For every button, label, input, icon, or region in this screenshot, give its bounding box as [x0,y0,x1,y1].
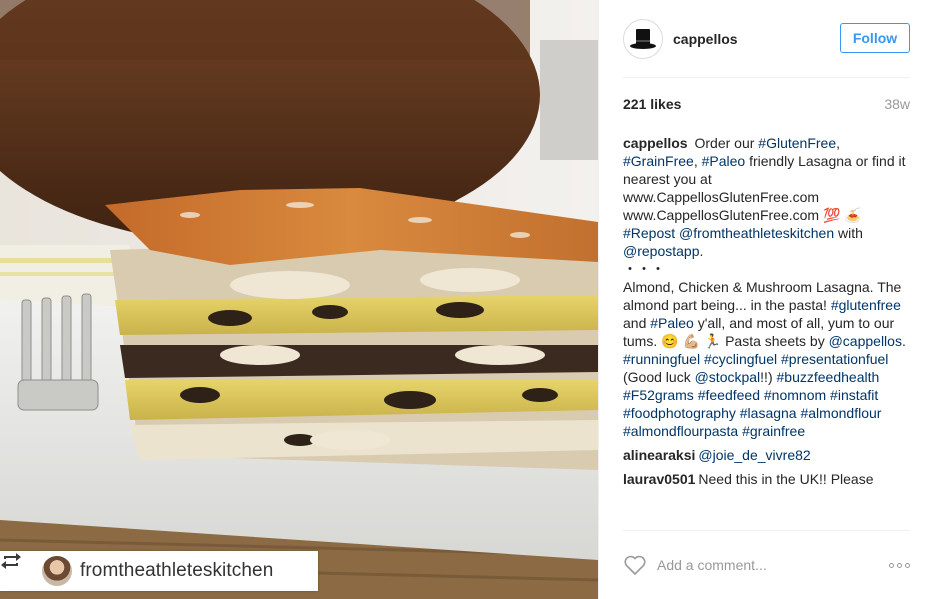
follow-button[interactable]: Follow [840,23,910,53]
caption-tag[interactable]: @repostapp [623,243,699,259]
caption-text: !!) [760,369,777,385]
caption-tag[interactable]: #GrainFree [623,153,694,169]
caption-text: and [623,315,651,331]
caption-text: . [901,333,906,349]
post-header: cappellos Follow [623,0,910,78]
add-comment-input[interactable]: Add a comment... [657,557,889,573]
comment-bar: Add a comment... [623,530,910,599]
caption-tag[interactable]: #buzzfeedhealth [777,369,880,385]
caption-text: 💯 🍝 [822,207,862,223]
caption-tag[interactable]: #cyclingfuel [704,351,777,367]
comment-text[interactable]: @joie_de_vivre82 [698,447,810,463]
caption-tag[interactable]: #lasagna [740,405,797,421]
caption-tag[interactable]: #almondflour [800,405,881,421]
caption-text: Order our [694,135,759,151]
comment-thread: alinearaksi @joie_de_vivre82 laurav0501 Nee… [623,446,910,488]
caption-author[interactable]: cappellos [623,135,688,151]
comments-list[interactable]: cappellos Order our #GlutenFree, #GrainF… [623,134,910,526]
repost-avatar [42,556,72,586]
caption-tag[interactable]: #nomnom [764,387,826,403]
caption: cappellos Order our #GlutenFree, #GrainF… [623,134,910,440]
comment-item: laurav0501 Need this in the UK!! Please [623,470,910,488]
caption-tag[interactable]: @stockpal [695,369,761,385]
post-details-panel: cappellos Follow 221 likes 38w cappellos… [598,0,933,599]
caption-tag[interactable]: #Paleo [650,315,694,331]
caption-tag[interactable]: #F52grams [623,387,694,403]
top-hat-icon [630,28,656,49]
username-link[interactable]: cappellos [673,31,738,47]
caption-text: with [834,225,863,241]
more-options-icon[interactable] [889,562,910,568]
caption-text: (Good luck [623,369,695,385]
caption-tag[interactable]: #feedfeed [698,387,760,403]
comment-text: Need this in the UK!! Please [698,471,874,487]
repost-icon [1,553,32,583]
caption-text: , [693,153,702,169]
caption-tag[interactable]: @fromtheathleteskitchen [679,225,834,241]
caption-text: , [836,135,841,151]
caption-tag[interactable]: #grainfree [742,423,805,439]
caption-text: ・・・ [623,261,665,277]
comment-author[interactable]: alinearaksi [623,447,695,463]
caption-tag[interactable]: #foodphotography [623,405,736,421]
post-age[interactable]: 38w [884,96,910,112]
user-avatar[interactable] [623,18,663,59]
comment-item: alinearaksi @joie_de_vivre82 [623,446,910,464]
repost-handle: fromtheathleteskitchen [80,560,274,581]
heart-icon[interactable] [623,554,647,576]
caption-tag[interactable]: #Paleo [702,153,746,169]
caption-tag[interactable]: #runningfuel [623,351,700,367]
stats-row: 221 likes 38w [623,96,910,112]
caption-tag[interactable]: @cappellos [829,333,902,349]
caption-tag[interactable]: #almondflourpasta [623,423,738,439]
caption-tag[interactable]: #instafit [830,387,878,403]
likes-count[interactable]: 221 likes [623,96,681,112]
lasagna-illustration [0,0,598,599]
comment-author[interactable]: laurav0501 [623,471,695,487]
caption-tag[interactable]: #Repost [623,225,675,241]
caption-text: . [699,243,704,259]
caption-tag[interactable]: #GlutenFree [758,135,836,151]
caption-tag[interactable]: #glutenfree [831,297,901,313]
post-photo[interactable]: fromtheathleteskitchen [0,0,598,599]
caption-tag[interactable]: #presentationfuel [781,351,888,367]
repost-attribution: fromtheathleteskitchen [0,551,318,591]
instagram-post: fromtheathleteskitchen cappellos Follow … [0,0,933,599]
